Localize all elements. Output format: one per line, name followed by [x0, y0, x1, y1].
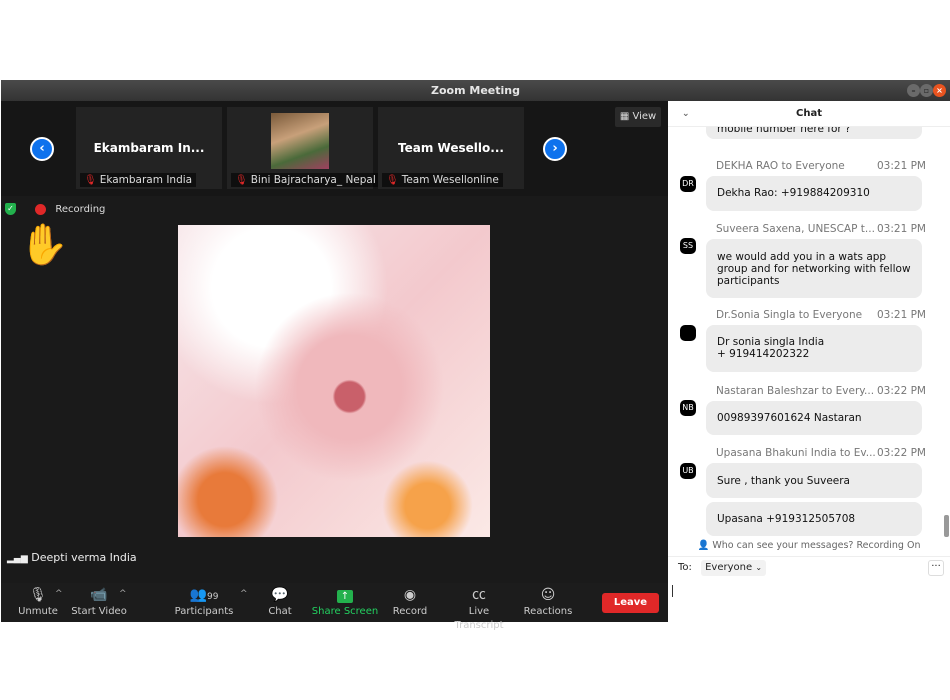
- signal-icon: ▂▄▆: [7, 554, 28, 564]
- shared-content-image: [178, 225, 490, 537]
- mic-muted-icon: 🎙: [84, 175, 97, 186]
- chat-bubble: mobile number here for ?: [706, 127, 922, 139]
- participant-tile[interactable]: Ekambaram In... 🎙 Ekambaram India: [76, 107, 222, 189]
- chat-bubble: Dr sonia singla India + 919414202322: [706, 325, 922, 372]
- mic-muted-icon: 🎙: [235, 175, 248, 186]
- leave-button[interactable]: Leave: [602, 593, 659, 613]
- share-screen-icon: ↑: [310, 585, 380, 605]
- raised-hand-icon: ✋: [19, 222, 69, 268]
- chat-bubble: Sure , thank you Suveera: [706, 463, 922, 498]
- participant-label: 🎙 Bini Bajracharya_ Nepal: [231, 173, 380, 187]
- chat-bubble: Upasana +919312505708: [706, 502, 922, 536]
- chat-bubble: 00989397601624 Nastaran: [706, 401, 922, 435]
- chevron-up-icon[interactable]: ^: [55, 589, 63, 599]
- meeting-area: ‹ Ekambaram In... 🎙 Ekambaram India 🎙 Bini…: [1, 101, 668, 583]
- maximize-icon[interactable]: ▫: [920, 84, 933, 97]
- minimize-icon[interactable]: –: [907, 84, 920, 97]
- avatar: SS: [680, 238, 696, 254]
- chevron-up-icon[interactable]: ^: [119, 589, 127, 599]
- chat-header: ⌄ Chat: [668, 101, 950, 127]
- chat-title: Chat: [796, 108, 822, 119]
- next-page-button[interactable]: ›: [543, 137, 567, 161]
- chat-button[interactable]: 💬 Chat: [245, 585, 315, 621]
- reactions-icon: ☺: [540, 587, 556, 603]
- avatar: DR: [680, 176, 696, 192]
- more-options-icon[interactable]: ···: [928, 560, 944, 576]
- view-button[interactable]: ▦ View: [615, 107, 661, 127]
- avatar: [680, 325, 696, 341]
- chat-input[interactable]: [668, 579, 950, 622]
- recipient-bar: To: Everyone ⌄ ···: [668, 556, 950, 578]
- chat-messages[interactable]: mobile number here for ? DEKHA RAO to Ev…: [668, 127, 950, 541]
- status-row: ✓ Recording: [5, 201, 105, 219]
- recording-icon[interactable]: [35, 203, 47, 215]
- participant-label: 🎙 Team Wesellonline: [382, 173, 503, 187]
- shield-icon[interactable]: ✓: [5, 203, 16, 215]
- message-meta: Dr.Sonia Singla to Everyone 03:21 PM: [716, 309, 926, 321]
- people-icon: 👤: [697, 540, 710, 551]
- participant-name: Team Wesello...: [398, 141, 504, 155]
- chat-panel: ⌄ Chat mobile number here for ? DEKHA RA…: [668, 101, 950, 622]
- window-title: Zoom Meeting: [431, 84, 520, 97]
- participant-strip: ‹ Ekambaram In... 🎙 Ekambaram India 🎙 Bini…: [1, 101, 668, 196]
- share-screen-button[interactable]: ↑ Share Screen: [310, 585, 380, 621]
- meeting-toolbar: 🎙 Unmute ^ 📹 Start Video ^ 👥99 Participants…: [1, 583, 668, 631]
- participant-name: Ekambaram In...: [93, 141, 205, 155]
- message-meta: DEKHA RAO to Everyone 03:21 PM: [716, 160, 926, 172]
- mic-muted-icon: 🎙: [386, 175, 399, 186]
- participant-label: 🎙 Ekambaram India: [80, 173, 197, 187]
- active-speaker-label: ▂▄▆ Deepti verma India: [7, 551, 137, 564]
- to-label: To:: [678, 562, 692, 573]
- chat-bubble: we would add you in a wats app group and …: [706, 239, 922, 298]
- zoom-window: Zoom Meeting – ▫ × ‹ Ekambaram In... 🎙 Ek…: [1, 80, 950, 631]
- recording-label: Recording: [55, 204, 106, 215]
- avatar: NB: [680, 400, 696, 416]
- record-button[interactable]: ◉ Record: [375, 585, 445, 621]
- avatar: UB: [680, 463, 696, 479]
- participants-icon: 👥99: [189, 587, 219, 603]
- message-meta: Suveera Saxena, UNESCAP t... 03:21 PM: [716, 223, 926, 235]
- title-bar: Zoom Meeting – ▫ ×: [1, 80, 950, 101]
- recipient-dropdown[interactable]: Everyone ⌄: [701, 560, 767, 576]
- prev-page-button[interactable]: ‹: [30, 137, 54, 161]
- message-meta: Upasana Bhakuni India to Ev... 03:22 PM: [716, 447, 926, 459]
- participant-photo: [271, 113, 329, 169]
- participants-button[interactable]: 👥99 Participants: [169, 585, 239, 621]
- participant-tile[interactable]: 🎙 Bini Bajracharya_ Nepal: [227, 107, 380, 189]
- chevron-down-icon[interactable]: ⌄: [682, 101, 690, 127]
- chat-icon: 💬: [271, 587, 289, 603]
- chat-scrollbar[interactable]: [944, 515, 949, 537]
- live-transcript-button[interactable]: ㏄ Live Transcript: [444, 585, 514, 631]
- record-icon: ◉: [403, 587, 417, 603]
- close-icon[interactable]: ×: [933, 84, 946, 97]
- reactions-button[interactable]: ☺ Reactions: [513, 585, 583, 621]
- privacy-notice[interactable]: 👤 Who can see your messages? Recording O…: [668, 539, 950, 553]
- participant-tile[interactable]: Team Wesello... 🎙 Team Wesellonline: [378, 107, 524, 189]
- chevron-down-icon: ⌄: [755, 563, 763, 572]
- message-meta: Nastaran Baleshzar to Every... 03:22 PM: [716, 385, 926, 397]
- closed-caption-icon: ㏄: [472, 587, 486, 603]
- chat-bubble: Dekha Rao: +919884209310: [706, 176, 922, 211]
- text-cursor: [672, 585, 673, 597]
- grid-icon: ▦: [619, 111, 630, 122]
